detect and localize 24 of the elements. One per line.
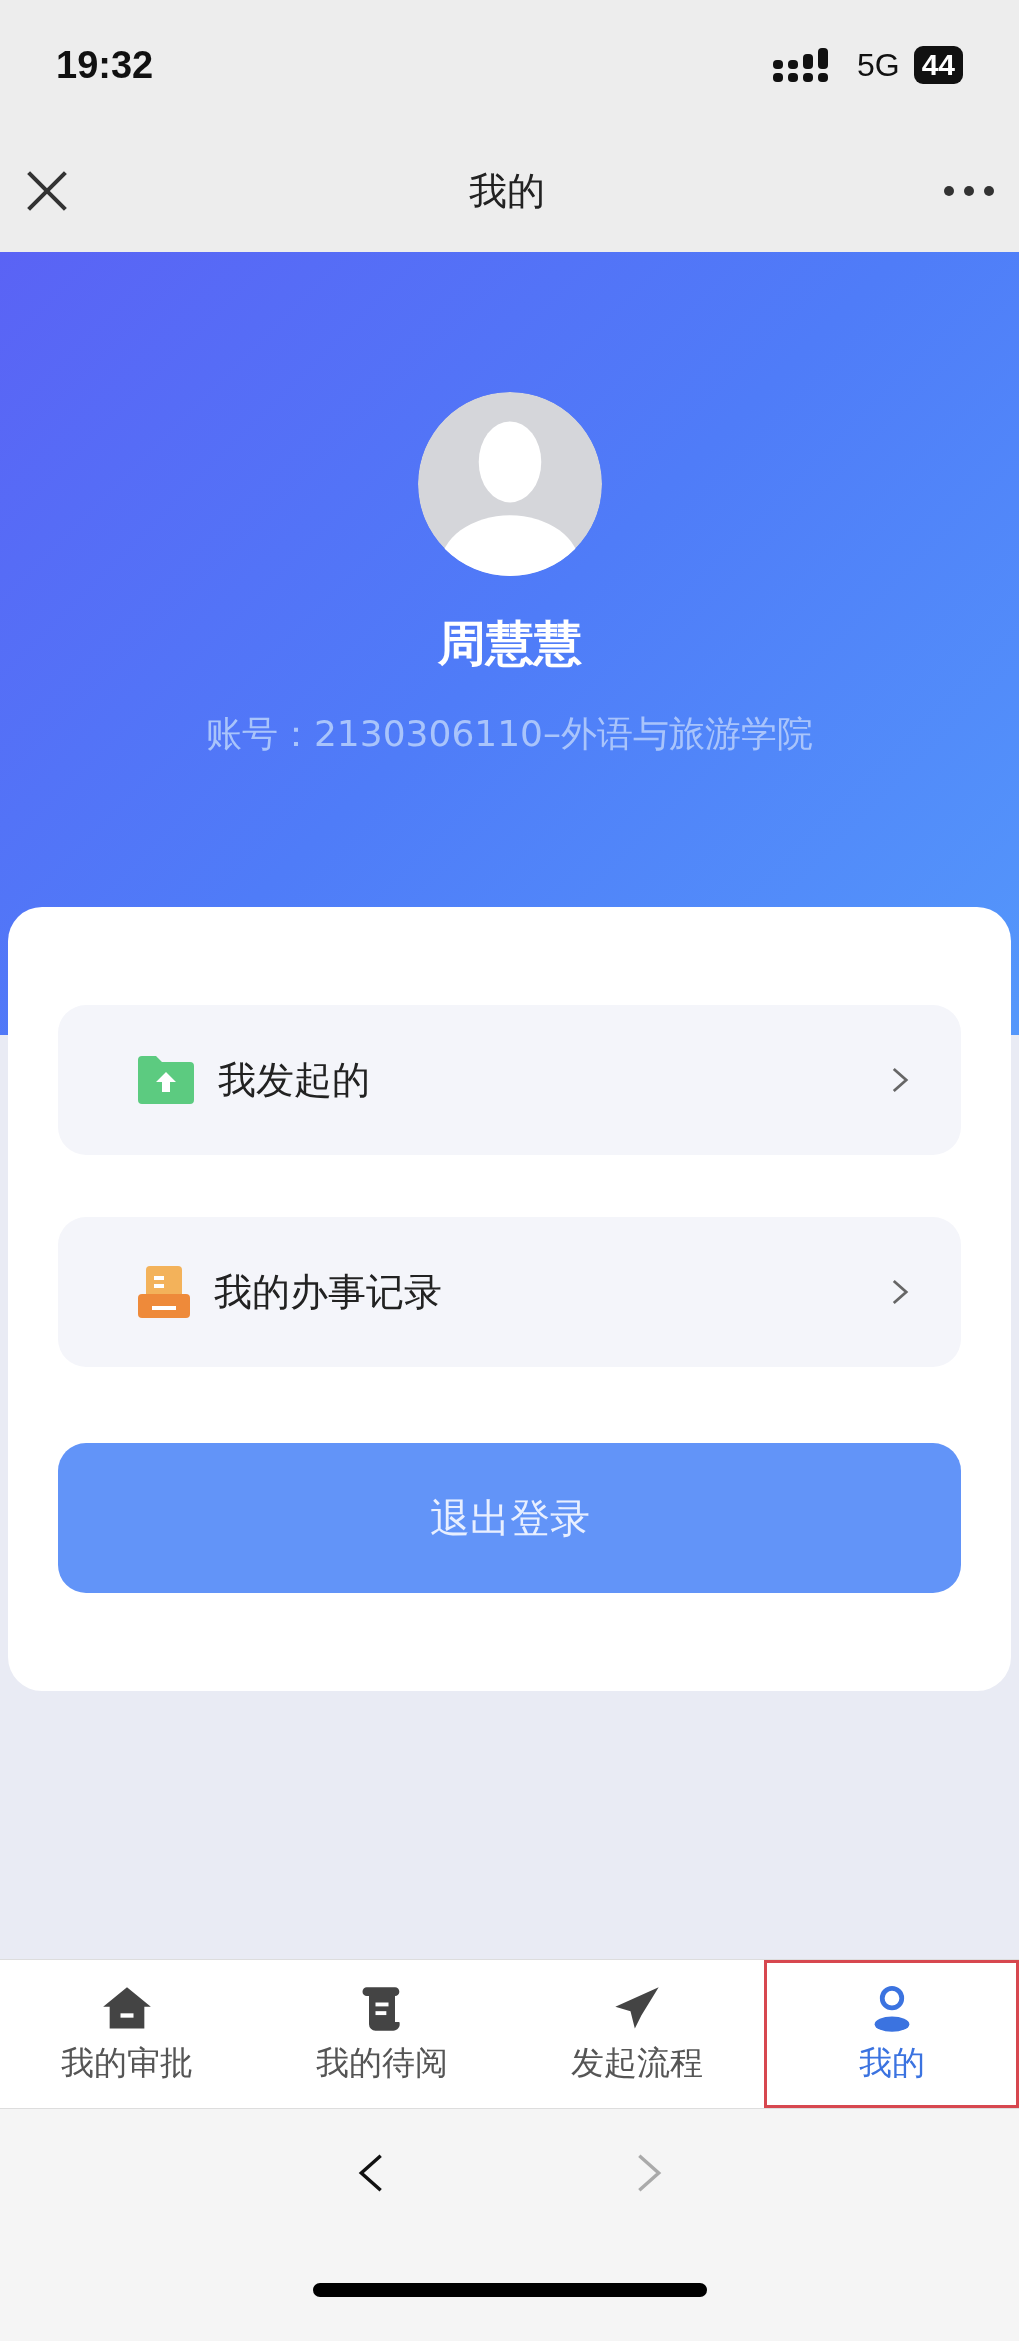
folder-upload-icon: [136, 1054, 196, 1106]
tab[interactable]: 我的: [764, 1960, 1019, 2108]
chevron-right-icon: [891, 1066, 909, 1094]
tab-label: 我的审批: [61, 2041, 194, 2084]
tab[interactable]: 我的待阅: [254, 1960, 510, 2108]
page-title: 我的: [468, 167, 545, 215]
menu-item[interactable]: 我的办事记录: [58, 1217, 961, 1367]
status-time: 19:32: [56, 43, 154, 87]
menu-item-label: 我的办事记录: [214, 1268, 443, 1316]
document-tray-icon: [136, 1264, 192, 1320]
avatar-icon: [417, 392, 602, 576]
account-info: 账号：2130306110–外语与旅游学院: [205, 712, 813, 756]
menu-item[interactable]: 我发起的: [58, 1005, 961, 1155]
tab-label: 我的: [858, 2041, 925, 2084]
more-icon[interactable]: [943, 185, 995, 197]
chevron-right-icon: [891, 1278, 909, 1306]
battery-level: 44: [913, 46, 963, 84]
tab-label: 我的待阅: [316, 2041, 449, 2084]
tab-label: 发起流程: [570, 2041, 703, 2084]
menu-item-label: 我发起的: [218, 1056, 371, 1104]
tab[interactable]: 我的审批: [0, 1960, 255, 2108]
tab[interactable]: 发起流程: [509, 1960, 765, 2108]
network-type: 5G: [856, 46, 900, 84]
user-name: 周慧慧: [437, 614, 582, 673]
